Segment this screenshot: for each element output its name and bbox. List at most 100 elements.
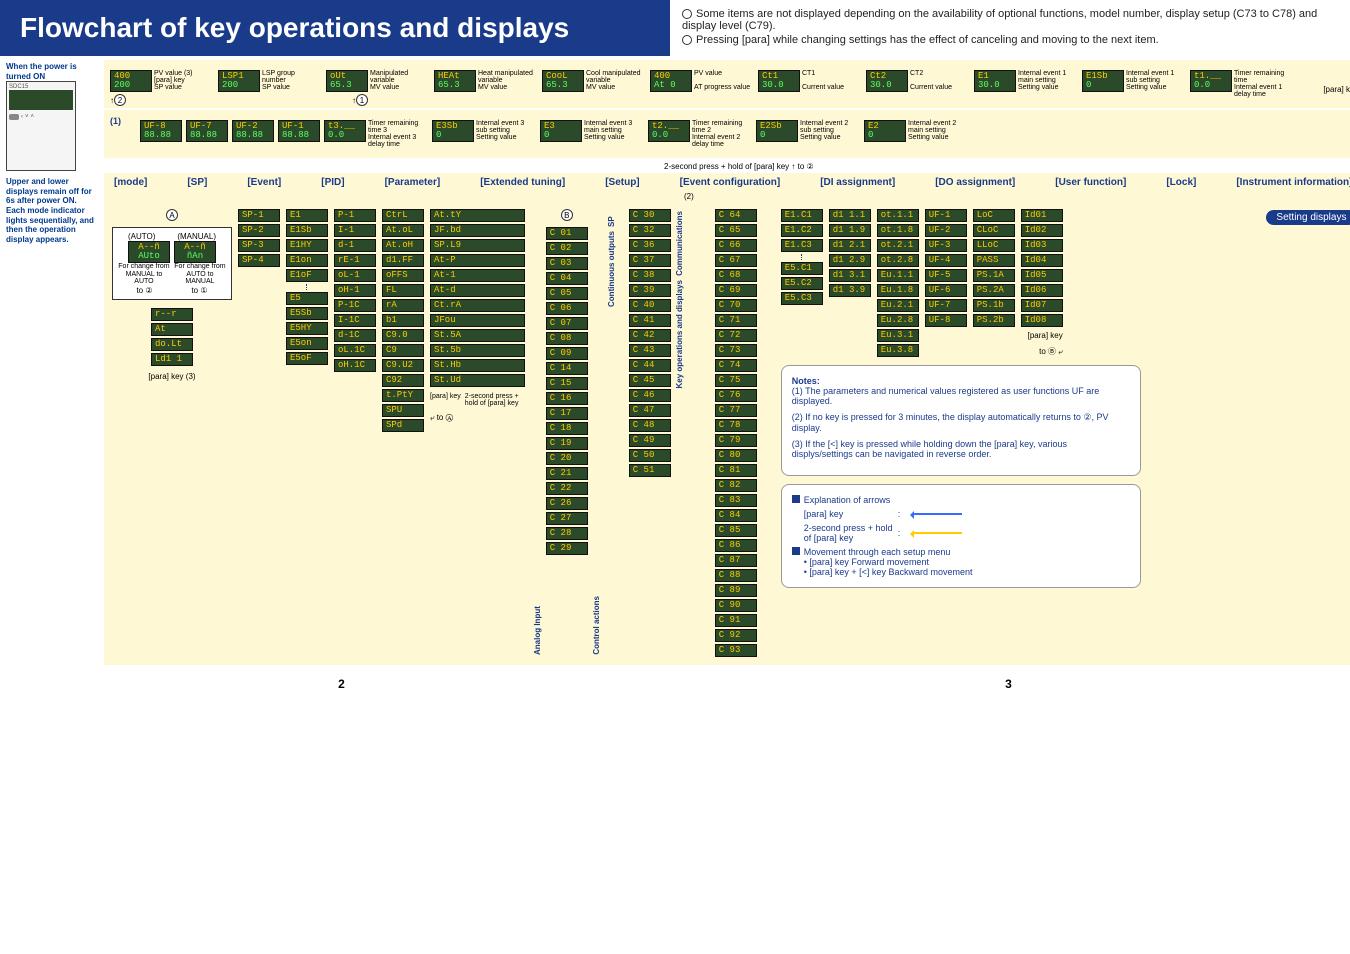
display-item: C 91 <box>715 614 757 627</box>
display-item: C 45 <box>629 374 671 387</box>
display-item: UF-7 <box>925 299 967 312</box>
display-item: St.5b <box>430 344 525 357</box>
display-item: PS.2b <box>973 314 1015 327</box>
display-item: C 38 <box>629 269 671 282</box>
op-node: oUt65.3ManipulatedvariableMV value <box>326 70 430 98</box>
event-config-column: E1.C1 E1.C2 E1.C3 E5.C1 E5.C2 E5.C3 <box>781 209 823 357</box>
op-node: E20Internal event 2main settingSetting v… <box>864 120 968 148</box>
display-item: SP-1 <box>238 209 280 222</box>
display-item: SP-2 <box>238 224 280 237</box>
display-item: ot.1.1 <box>877 209 919 222</box>
display-item: C 71 <box>715 314 757 327</box>
setup-column-group: Analog Input B C 01 C 02 C 03 C 04 C 05 … <box>531 209 775 657</box>
display-item: C 83 <box>715 494 757 507</box>
display-item: b1 <box>382 314 424 327</box>
operation-row-2: (1) UF-888.88UF-788.88UF-288.88UF-188.88… <box>104 110 1350 158</box>
legend-h2: Movement through each setup menu <box>804 547 951 557</box>
display-item: 400At 0 <box>650 70 692 92</box>
op-node: E30Internal event 3main settingSetting v… <box>540 120 644 148</box>
display-item: C 93 <box>715 644 757 657</box>
param-column: CtrL At.oL At.oH d1.FF oFFS FL rA b1 C9.… <box>382 209 424 432</box>
node-labels: PV value (3)[para] keySP value <box>154 70 214 91</box>
op-node: LSP1200LSP groupnumberSP value <box>218 70 322 98</box>
device-screen-icon <box>9 90 73 110</box>
di-column: d1 1.1 d1 1.9 d1 2.1 d1 2.9 d1 3.1 d1 3.… <box>829 209 871 357</box>
to-1-label: to ① <box>191 286 207 295</box>
display-item: Id02 <box>1021 224 1063 237</box>
arrow-yellow-icon <box>912 532 962 534</box>
op-node: UF-888.88 <box>140 120 182 148</box>
display-item: E130.0 <box>974 70 1016 92</box>
auto-label: (AUTO) <box>128 232 155 241</box>
op-node: E1Sb0Internal event 1sub settingSetting … <box>1082 70 1186 98</box>
display-item: SPd <box>382 419 424 432</box>
display-item: SP-3 <box>238 239 280 252</box>
display-item: C 65 <box>715 224 757 237</box>
menu-header: [User function] <box>1055 177 1126 188</box>
pid-column: P-1 I-1 d-1 rE-1 oL-1 oH-1 P-1C I-1C d-1… <box>334 209 376 372</box>
display-item: St.Ud <box>430 374 525 387</box>
display-item: C 41 <box>629 314 671 327</box>
header-notes: Some items are not displayed depending o… <box>670 0 1350 56</box>
display-item: UF-3 <box>925 239 967 252</box>
display-item: E5 <box>286 292 328 305</box>
circle-icon <box>682 35 692 45</box>
menu-header: [mode] <box>114 177 147 188</box>
page-left: 2 <box>338 677 345 691</box>
display-item: UF-888.88 <box>140 120 182 142</box>
display-item: C 79 <box>715 434 757 447</box>
display-item: At.oL <box>382 224 424 237</box>
display-item: C 76 <box>715 389 757 402</box>
display-item: Eu.1.8 <box>877 284 919 297</box>
op-node: UF-188.88 <box>278 120 320 148</box>
display-item: d1 3.9 <box>829 284 871 297</box>
node-labels: Internal event 2main settingSetting valu… <box>908 120 968 141</box>
circle-2-marker: 2 <box>114 94 126 106</box>
op-node: t3.__0.0Timer remainingtime 3Internal ev… <box>324 120 428 148</box>
note-3-marker: (3) <box>186 372 196 381</box>
display-item: d-1 <box>334 239 376 252</box>
left-column: When the power is turned ON SDC15 ‹ ˅ ˄ … <box>0 56 100 669</box>
display-item: FL <box>382 284 424 297</box>
display-item: d-1C <box>334 329 376 342</box>
display-item: C 05 <box>546 287 588 300</box>
display-item: d1 1.1 <box>829 209 871 222</box>
menu-header: [Setup] <box>605 177 639 188</box>
display-item: Ld1 1 <box>151 353 193 366</box>
node-labels: Timer remainingtime 3Internal event 3 de… <box>368 120 428 148</box>
display-item: C 22 <box>546 482 588 495</box>
display-item: JF.bd <box>430 224 525 237</box>
display-item: UF-8 <box>925 314 967 327</box>
op-node: UF-788.88 <box>186 120 228 148</box>
display-item: d1 2.9 <box>829 254 871 267</box>
display-item: C 36 <box>629 239 671 252</box>
display-item: C 20 <box>546 452 588 465</box>
display-item: E20 <box>864 120 906 142</box>
display-item: Eu.2.8 <box>877 314 919 327</box>
display-item: E1 <box>286 209 328 222</box>
display-item: oL-1 <box>334 269 376 282</box>
display-item: C 77 <box>715 404 757 417</box>
node-labels: Internal event 1main settingSetting valu… <box>1018 70 1078 91</box>
display-item: Eu.2.1 <box>877 299 919 312</box>
display-item: LLoC <box>973 239 1015 252</box>
para-key-label: [para] key <box>1323 85 1350 94</box>
display-item: C 17 <box>546 407 588 420</box>
display-item: At-d <box>430 284 525 297</box>
square-icon <box>792 495 800 503</box>
para-key-label-4: [para] key <box>1021 331 1063 340</box>
display-item: C 72 <box>715 329 757 342</box>
display-item: UF-288.88 <box>232 120 274 142</box>
legend-m1: • [para] key Forward movement <box>804 557 1130 567</box>
columns-area: A (AUTO) (MANUAL) A--ñAUto A--ññAn For c… <box>104 201 1350 665</box>
node-labels: CT2Current value <box>910 70 970 91</box>
display-item: C 43 <box>629 344 671 357</box>
display-item: C 37 <box>629 254 671 267</box>
mode-note-2: For change from AUTO to MANUAL <box>173 263 227 286</box>
do-column: ot.1.1 ot.1.8 ot.2.1 ot.2.8 Eu.1.1 Eu.1.… <box>877 209 919 357</box>
display-item: C 90 <box>715 599 757 612</box>
menu-header: [DO assignment] <box>935 177 1015 188</box>
display-item: SP.L9 <box>430 239 525 252</box>
display-item: oUt65.3 <box>326 70 368 92</box>
cont-outputs-vlabel: Continuous outputs <box>605 229 627 309</box>
